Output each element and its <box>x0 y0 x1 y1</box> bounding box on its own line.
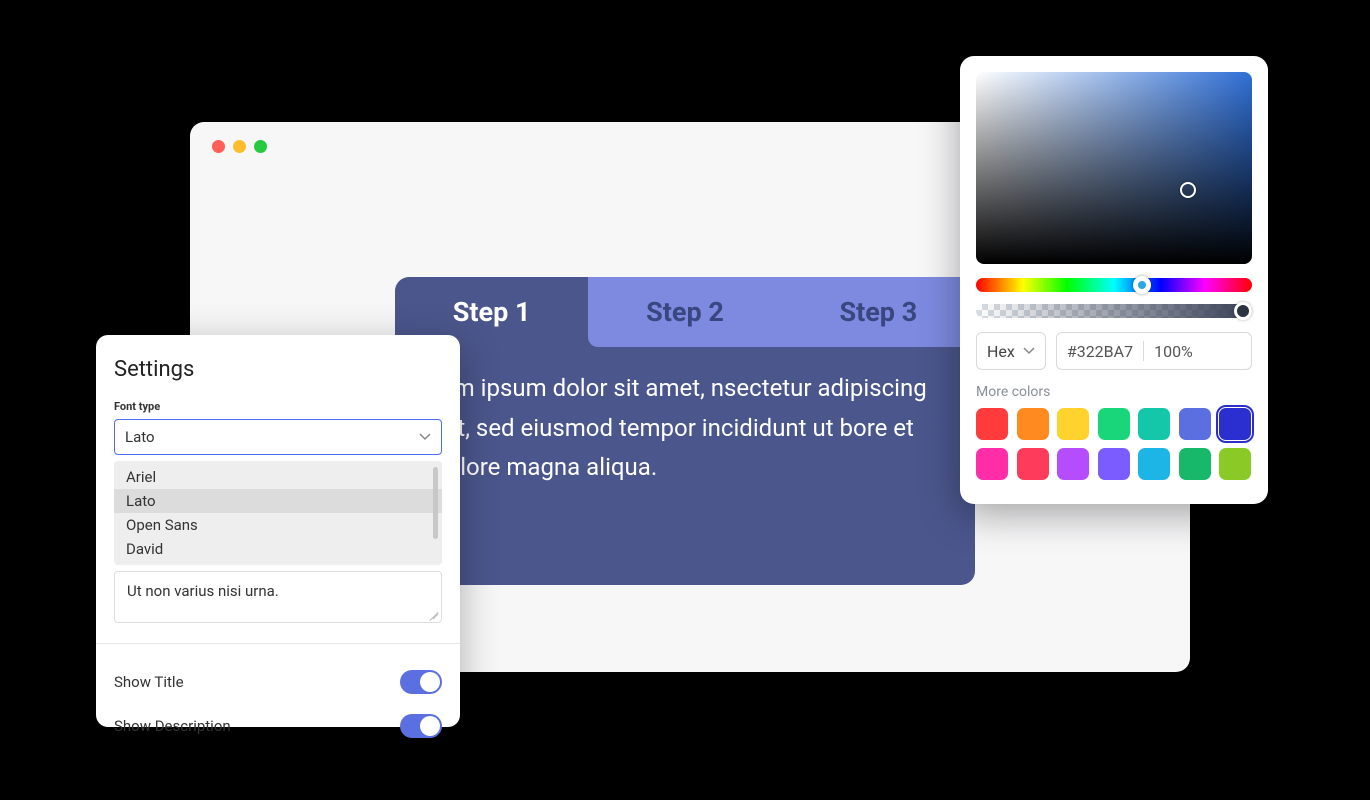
swatch-6[interactable] <box>1219 408 1251 440</box>
color-format-select[interactable]: Hex <box>976 332 1046 370</box>
swatch-5[interactable] <box>1179 408 1211 440</box>
settings-title: Settings <box>114 357 442 382</box>
font-type-dropdown: Ariel Lato Open Sans David <box>114 461 442 565</box>
font-option-david[interactable]: David <box>114 537 442 561</box>
font-type-value: Lato <box>125 428 155 446</box>
swatch-1[interactable] <box>1017 408 1049 440</box>
step-body-text: rem ipsum dolor sit amet, nsectetur adip… <box>395 347 975 510</box>
swatch-11[interactable] <box>1138 448 1170 480</box>
steps-card: Step 1 Step 2 Step 3 rem ipsum dolor sit… <box>395 277 975 585</box>
font-option-open-sans[interactable]: Open Sans <box>114 513 442 537</box>
hex-separator <box>1143 341 1144 361</box>
alpha-thumb[interactable] <box>1234 302 1252 320</box>
swatch-4[interactable] <box>1138 408 1170 440</box>
swatch-3[interactable] <box>1098 408 1130 440</box>
color-picker-panel: Hex #322BA7 100% More colors <box>960 56 1268 504</box>
sv-cursor[interactable] <box>1180 182 1196 198</box>
hex-input[interactable]: #322BA7 100% <box>1056 332 1252 370</box>
steps-tabs: Step 1 Step 2 Step 3 <box>395 277 975 347</box>
color-value-row: Hex #322BA7 100% <box>976 332 1252 370</box>
saturation-value-area[interactable] <box>976 72 1252 264</box>
font-type-select[interactable]: Lato <box>114 419 442 455</box>
show-title-label: Show Title <box>114 673 184 691</box>
font-type-label: Font type <box>114 400 442 413</box>
hex-value: #322BA7 <box>1067 342 1133 361</box>
description-value: Ut non varius nisi urna. <box>127 582 279 600</box>
window-close-button[interactable] <box>212 140 225 153</box>
window-maximize-button[interactable] <box>254 140 267 153</box>
show-title-toggle[interactable] <box>400 670 442 694</box>
swatch-12[interactable] <box>1179 448 1211 480</box>
show-description-toggle[interactable] <box>400 714 442 738</box>
resize-handle-icon[interactable] <box>426 607 438 619</box>
chevron-down-icon <box>1023 347 1035 355</box>
dropdown-scrollbar[interactable] <box>433 467 438 539</box>
swatch-9[interactable] <box>1057 448 1089 480</box>
swatch-0[interactable] <box>976 408 1008 440</box>
tab-step-2[interactable]: Step 2 <box>588 277 781 347</box>
description-textarea[interactable]: Ut non varius nisi urna. <box>114 571 442 623</box>
hue-thumb[interactable] <box>1133 276 1151 294</box>
opacity-value: 100% <box>1154 342 1193 361</box>
swatch-10[interactable] <box>1098 448 1130 480</box>
color-format-value: Hex <box>987 342 1015 361</box>
tab-step-3[interactable]: Step 3 <box>782 277 975 347</box>
show-description-row: Show Description <box>114 704 442 748</box>
show-description-label: Show Description <box>114 717 231 735</box>
settings-panel: Settings Font type Lato Ariel Lato Open … <box>96 335 460 727</box>
more-colors-label: More colors <box>976 384 1252 400</box>
font-option-lato[interactable]: Lato <box>114 489 442 513</box>
alpha-slider[interactable] <box>976 304 1252 318</box>
swatch-13[interactable] <box>1219 448 1251 480</box>
chevron-down-icon <box>419 433 431 441</box>
settings-divider <box>96 643 460 644</box>
hue-slider[interactable] <box>976 278 1252 292</box>
swatch-2[interactable] <box>1057 408 1089 440</box>
font-option-ariel[interactable]: Ariel <box>114 465 442 489</box>
window-minimize-button[interactable] <box>233 140 246 153</box>
swatch-grid <box>976 408 1252 480</box>
show-title-row: Show Title <box>114 660 442 704</box>
swatch-7[interactable] <box>976 448 1008 480</box>
swatch-8[interactable] <box>1017 448 1049 480</box>
